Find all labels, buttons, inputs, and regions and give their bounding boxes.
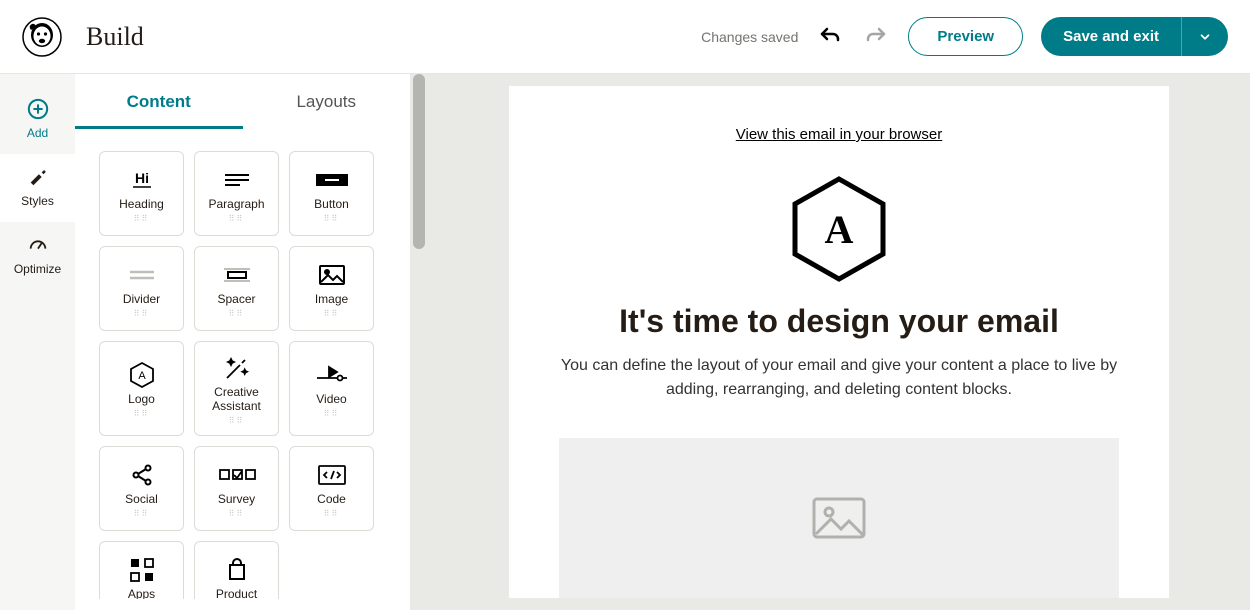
svg-text:A: A — [138, 370, 146, 382]
heading-icon: Hi — [127, 166, 157, 194]
survey-icon — [218, 461, 256, 489]
left-rail: Add Styles Optimize — [0, 74, 75, 610]
blocks-scroller[interactable]: Hi Heading ⠿⠿ Paragraph ⠿⠿ Butt — [75, 129, 410, 599]
tab-content[interactable]: Content — [75, 74, 243, 129]
rail-optimize-label: Optimize — [14, 262, 61, 276]
mailchimp-logo[interactable] — [22, 17, 62, 57]
block-divider[interactable]: Divider ⠿⠿ — [99, 246, 184, 331]
preview-button[interactable]: Preview — [908, 17, 1023, 56]
share-icon — [130, 461, 154, 489]
gauge-icon — [27, 234, 49, 256]
view-in-browser-link[interactable]: View this email in your browser — [736, 126, 942, 143]
image-icon — [318, 261, 346, 289]
save-and-exit-button[interactable]: Save and exit — [1041, 17, 1181, 56]
page-title: Build — [86, 22, 144, 52]
block-social[interactable]: Social ⠿⠿ — [99, 446, 184, 531]
email-logo-hex[interactable]: A — [789, 175, 889, 283]
save-dropdown-button[interactable] — [1181, 17, 1228, 56]
email-body[interactable]: View this email in your browser A It's t… — [509, 86, 1169, 598]
video-icon — [315, 361, 349, 389]
block-button[interactable]: Button ⠿⠿ — [289, 151, 374, 236]
email-body-text[interactable]: You can define the layout of your email … — [559, 354, 1119, 402]
plus-circle-icon — [27, 98, 49, 120]
top-bar: Build Changes saved Preview Save and exi… — [0, 0, 1250, 74]
block-apps[interactable]: Apps ⠿⠿ — [99, 541, 184, 599]
main-layout: Add Styles Optimize Content Layouts Hi — [0, 74, 1250, 610]
rail-add-label: Add — [27, 126, 48, 140]
block-creative-assistant[interactable]: Creative Assistant ⠿⠿ — [194, 341, 279, 436]
block-code[interactable]: Code ⠿⠿ — [289, 446, 374, 531]
block-paragraph[interactable]: Paragraph ⠿⠿ — [194, 151, 279, 236]
apps-icon — [129, 556, 155, 584]
block-image[interactable]: Image ⠿⠿ — [289, 246, 374, 331]
block-logo[interactable]: A Logo ⠿⠿ — [99, 341, 184, 436]
block-video[interactable]: Video ⠿⠿ — [289, 341, 374, 436]
rail-styles[interactable]: Styles — [0, 154, 75, 222]
spacer-icon — [221, 261, 253, 289]
canvas-gutter-left — [428, 74, 508, 610]
rail-styles-label: Styles — [21, 194, 54, 208]
block-heading[interactable]: Hi Heading ⠿⠿ — [99, 151, 184, 236]
email-heading[interactable]: It's time to design your email — [619, 303, 1059, 340]
logo-icon: A — [129, 361, 155, 389]
canvas-gutter-right — [1170, 74, 1250, 610]
save-status: Changes saved — [701, 29, 798, 45]
block-spacer[interactable]: Spacer ⠿⠿ — [194, 246, 279, 331]
svg-text:A: A — [825, 207, 854, 252]
button-icon — [315, 166, 349, 194]
panel-scrollbar[interactable] — [410, 74, 428, 610]
content-panel: Content Layouts Hi Heading ⠿⠿ Paragraph — [75, 74, 410, 610]
image-placeholder-icon — [811, 496, 867, 540]
block-product[interactable]: Product ⠿⠿ — [194, 541, 279, 599]
rail-optimize[interactable]: Optimize — [0, 222, 75, 290]
panel-tabs: Content Layouts — [75, 74, 410, 129]
code-icon — [317, 461, 347, 489]
email-canvas[interactable]: View this email in your browser A It's t… — [508, 74, 1170, 610]
shopping-bag-icon — [225, 556, 249, 584]
chevron-down-icon — [1198, 30, 1212, 44]
sparkle-wand-icon — [224, 354, 250, 382]
tab-layouts[interactable]: Layouts — [243, 74, 411, 129]
divider-icon — [126, 261, 158, 289]
svg-text:Hi: Hi — [135, 170, 149, 186]
undo-icon[interactable] — [816, 23, 844, 51]
rail-add[interactable]: Add — [0, 86, 75, 154]
paragraph-icon — [222, 166, 252, 194]
block-survey[interactable]: Survey ⠿⠿ — [194, 446, 279, 531]
redo-icon — [862, 23, 890, 51]
paint-icon — [27, 166, 49, 188]
scrollbar-thumb[interactable] — [413, 74, 425, 249]
image-placeholder[interactable] — [559, 438, 1119, 598]
